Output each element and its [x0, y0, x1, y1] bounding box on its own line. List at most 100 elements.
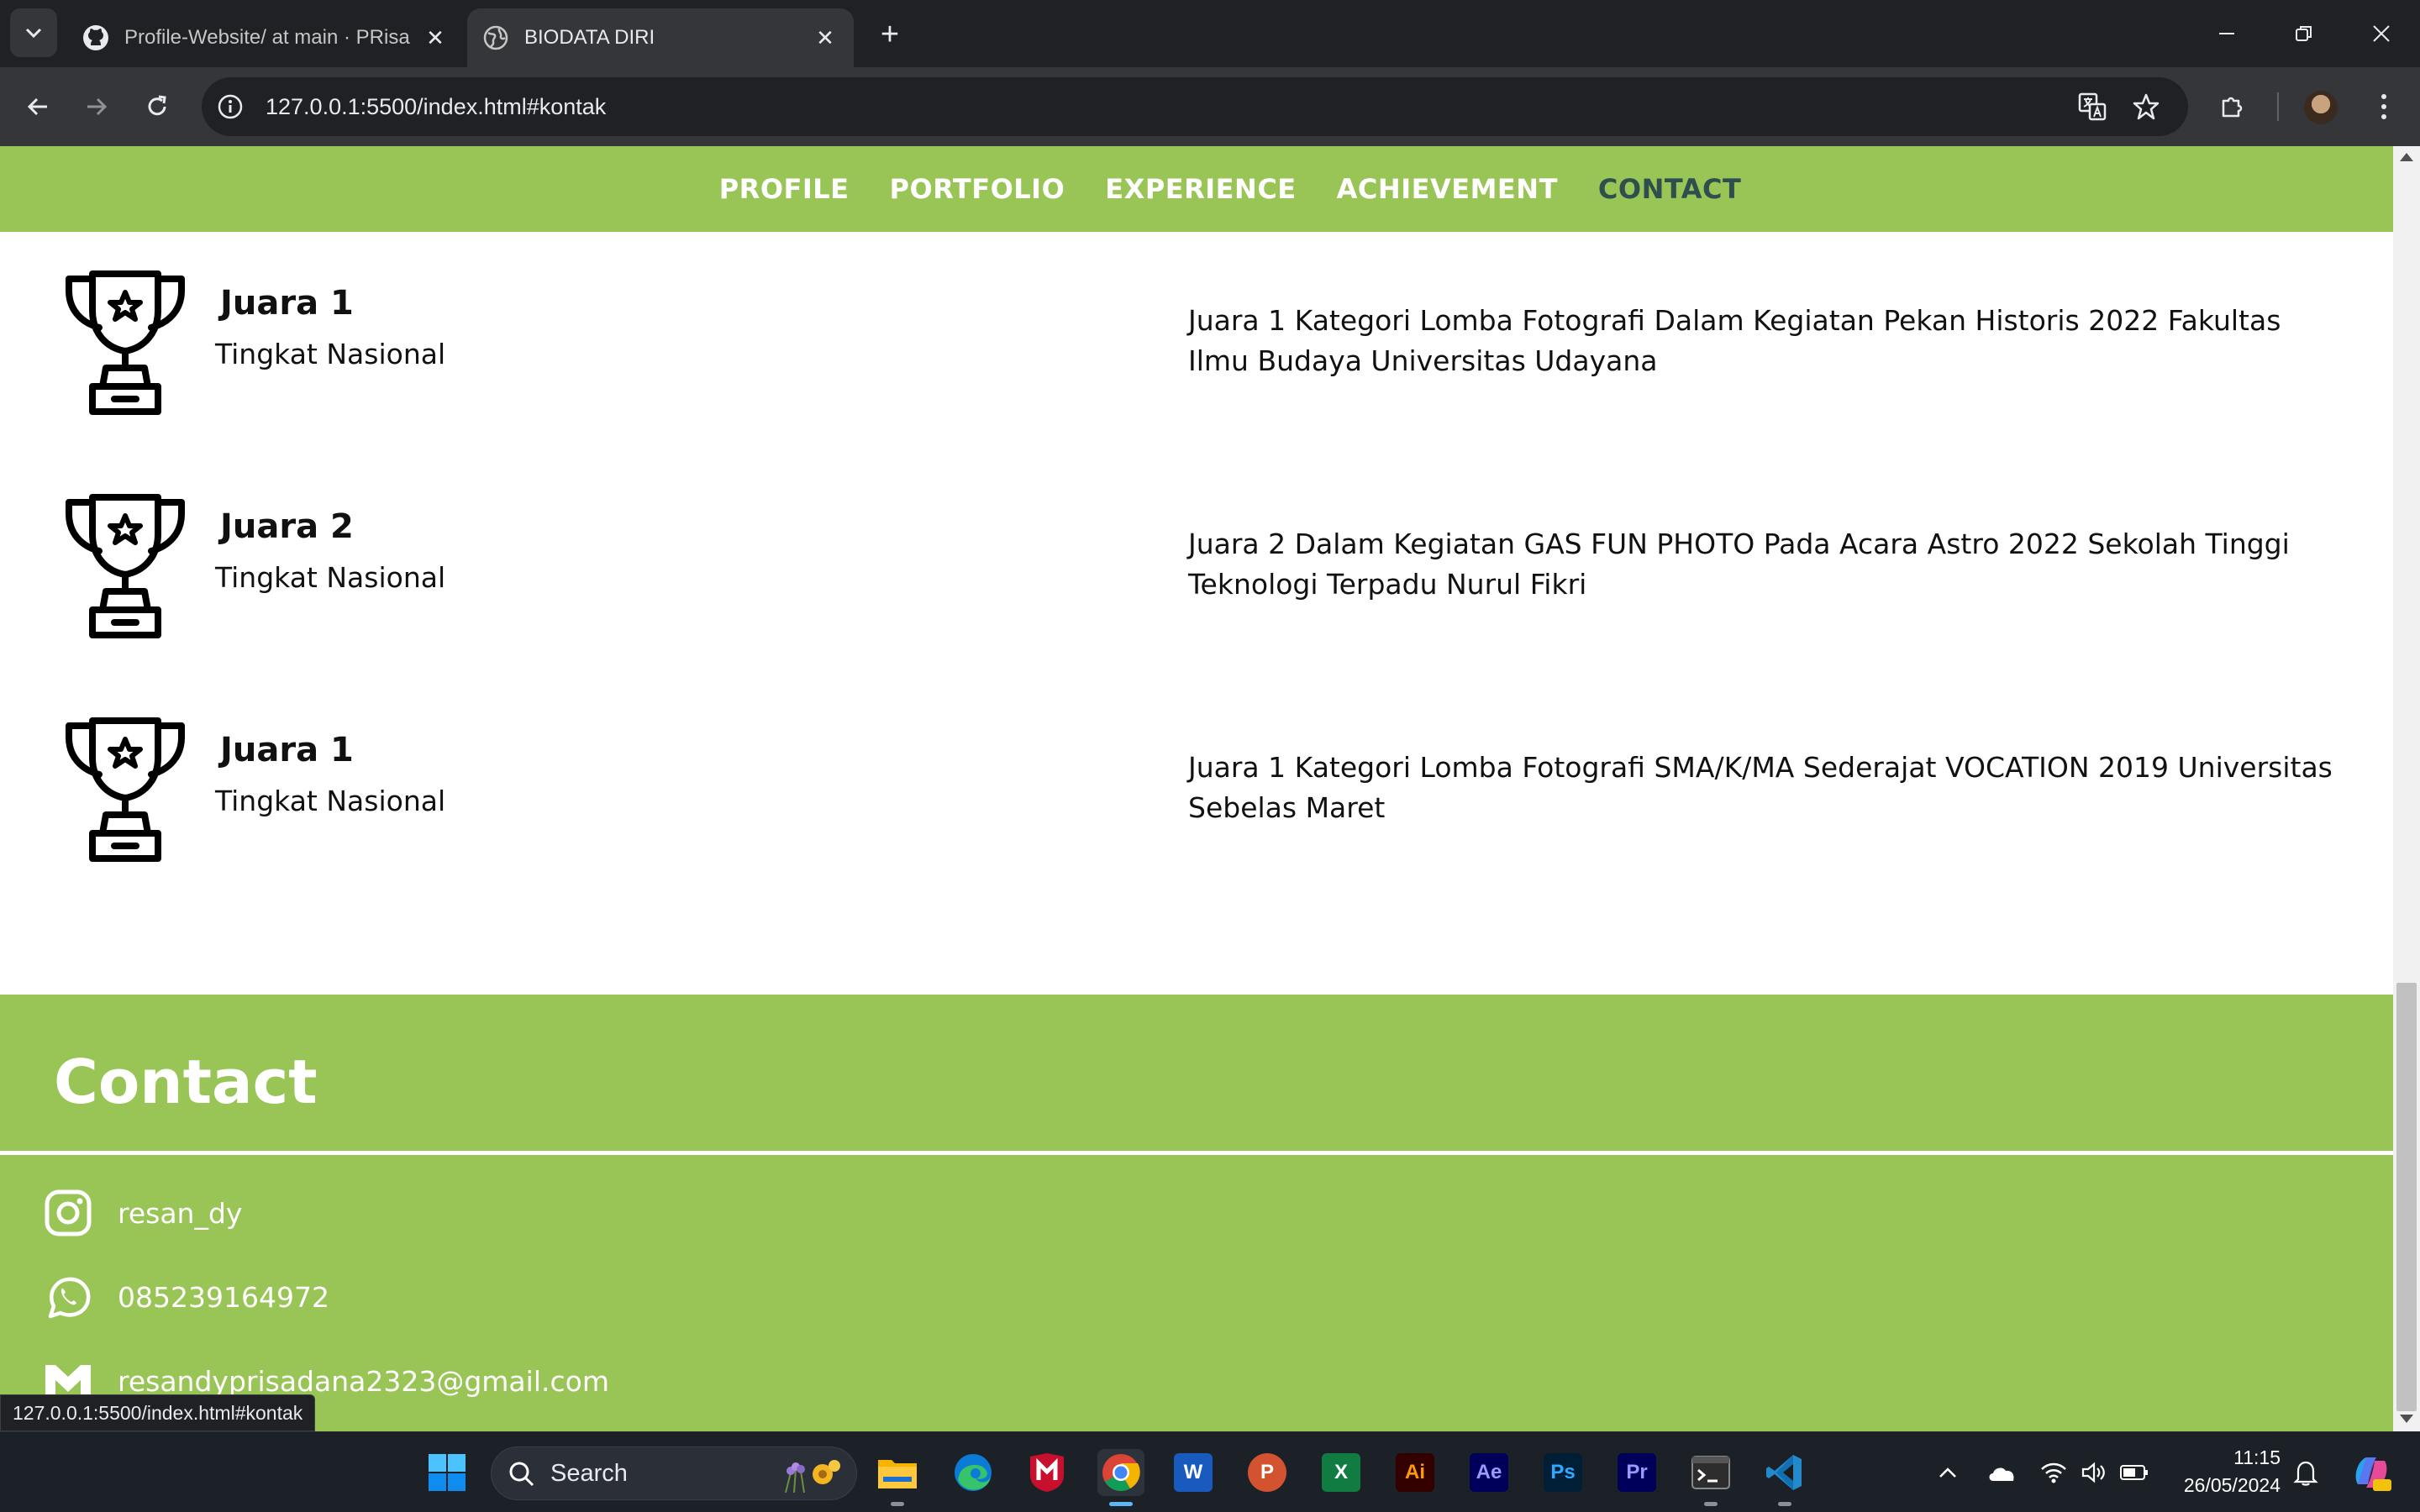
url-text[interactable]: 127.0.0.1:5500/index.html#kontak	[266, 94, 606, 120]
achievement-rank: Juara 2	[220, 507, 354, 546]
toolbar-separator	[2277, 92, 2279, 121]
site-navbar: PROFILE PORTFOLIO EXPERIENCE ACHIEVEMENT…	[0, 146, 2393, 232]
mcafee-icon	[1030, 1453, 1064, 1492]
taskbar-search[interactable]: Search	[491, 1446, 857, 1500]
taskbar-premiere[interactable]: Pr	[1613, 1449, 1660, 1496]
close-tab-icon[interactable]: ✕	[422, 24, 449, 51]
extensions-button[interactable]	[2212, 86, 2254, 128]
after-effects-icon: Ae	[1470, 1453, 1508, 1492]
address-bar[interactable]: 127.0.0.1:5500/index.html#kontak	[202, 77, 2188, 136]
close-tab-icon[interactable]: ✕	[812, 24, 839, 51]
github-icon	[82, 24, 109, 51]
chrome-icon	[1102, 1454, 1140, 1491]
taskbar-after-effects[interactable]: Ae	[1465, 1449, 1512, 1496]
arrow-right-icon	[87, 97, 108, 116]
taskbar-word[interactable]: W	[1170, 1449, 1217, 1496]
achievement-level: Tingkat Nasional	[215, 338, 446, 370]
taskbar-mcafee[interactable]	[1023, 1449, 1071, 1496]
trophy-icon	[66, 270, 185, 415]
taskbar-file-explorer[interactable]	[874, 1449, 921, 1506]
tab-biodata[interactable]: BIODATA DIRI ✕	[467, 8, 854, 67]
trophy-icon	[66, 494, 185, 638]
achievement-item: Juara 1 Tingkat Nasional Juara 1 Kategor…	[0, 716, 2393, 884]
nav-link-portfolio[interactable]: PORTFOLIO	[890, 173, 1065, 205]
achievement-item: Juara 1 Tingkat Nasional Juara 1 Kategor…	[0, 269, 2393, 437]
link-status-bubble: 127.0.0.1:5500/index.html#kontak	[0, 1394, 316, 1431]
achievement-level: Tingkat Nasional	[215, 785, 446, 817]
search-label: Search	[550, 1459, 628, 1487]
achievement-rank: Juara 1	[220, 284, 354, 323]
bookmark-star-icon[interactable]	[2131, 92, 2161, 122]
nav-link-experience[interactable]: EXPERIENCE	[1105, 173, 1296, 205]
reload-button[interactable]	[136, 86, 178, 128]
folder-icon	[878, 1460, 917, 1488]
powerpoint-icon: P	[1248, 1453, 1286, 1492]
nav-link-contact[interactable]: CONTACT	[1598, 173, 1741, 205]
forward-button[interactable]	[76, 86, 118, 128]
translate-icon[interactable]	[2077, 92, 2107, 122]
trophy-icon	[66, 717, 185, 862]
clock-time: 11:15	[2233, 1446, 2281, 1468]
site-info-icon[interactable]	[215, 92, 245, 122]
onedrive-cloud-icon[interactable]	[1986, 1457, 2017, 1488]
terminal-icon	[1691, 1456, 1730, 1489]
page-scrollbar[interactable]	[2393, 146, 2420, 1431]
achievement-description: Juara 1 Kategori Lomba Fotografi SMA/K/M…	[1188, 751, 2333, 824]
taskbar-powerpoint[interactable]: P	[1244, 1449, 1291, 1496]
taskbar-edge[interactable]	[950, 1449, 997, 1496]
excel-icon: X	[1322, 1453, 1360, 1492]
contact-whatsapp[interactable]: 085239164972	[42, 1270, 329, 1324]
taskbar-vscode[interactable]	[1761, 1449, 1808, 1506]
photoshop-icon: Ps	[1544, 1453, 1582, 1492]
browser-menu-button[interactable]	[2363, 86, 2405, 128]
search-icon	[509, 1462, 534, 1487]
email-address[interactable]: resandyprisadana2323@gmail.com	[118, 1365, 609, 1398]
minimize-button[interactable]	[2193, 12, 2260, 55]
achievement-level: Tingkat Nasional	[215, 561, 446, 594]
volume-icon[interactable]	[2079, 1457, 2109, 1488]
flowers-icon	[785, 1460, 840, 1493]
clock-date: 26/05/2024	[2183, 1474, 2281, 1496]
scrollbar-thumb[interactable]	[2396, 983, 2417, 1411]
close-window-button[interactable]	[2348, 12, 2415, 55]
system-clock[interactable]: 11:15 26/05/2024	[2168, 1444, 2281, 1499]
whatsapp-icon	[42, 1271, 94, 1323]
contact-heading: Contact	[54, 1047, 318, 1117]
new-tab-button[interactable]: +	[871, 15, 909, 54]
taskbar-photoshop[interactable]: Ps	[1539, 1449, 1586, 1496]
copilot-icon[interactable]	[2349, 1451, 2393, 1494]
instagram-handle[interactable]: resan_dy	[118, 1197, 242, 1230]
notification-bell-icon[interactable]	[2291, 1457, 2321, 1488]
contact-instagram[interactable]: resan_dy	[42, 1186, 242, 1240]
contact-divider	[0, 1151, 2393, 1155]
profile-avatar[interactable]	[2304, 91, 2338, 124]
start-button[interactable]	[424, 1449, 471, 1496]
taskbar-illustrator[interactable]: Ai	[1392, 1449, 1439, 1496]
achievement-rank: Juara 1	[220, 731, 354, 769]
restore-icon	[2296, 26, 2312, 41]
achievement-description: Juara 2 Dalam Kegiatan GAS FUN PHOTO Pad…	[1188, 528, 2290, 601]
scroll-down-arrow-icon[interactable]	[2400, 1415, 2413, 1423]
browser-tab-strip: Profile-Website/ at main · PRisa ✕ BIODA…	[0, 0, 2420, 67]
close-icon	[2373, 25, 2390, 42]
whatsapp-number[interactable]: 085239164972	[118, 1281, 329, 1314]
back-button[interactable]	[17, 86, 59, 128]
nav-link-achievement[interactable]: ACHIEVEMENT	[1337, 173, 1558, 205]
restore-button[interactable]	[2270, 12, 2338, 55]
scroll-up-arrow-icon[interactable]	[2400, 153, 2413, 161]
show-hidden-icons-chevron-up-icon[interactable]	[1933, 1457, 1963, 1488]
tab-search-button[interactable]	[10, 8, 57, 57]
taskbar-terminal[interactable]	[1687, 1449, 1734, 1506]
kebab-menu-icon	[2381, 94, 2386, 119]
taskbar-excel[interactable]: X	[1318, 1449, 1365, 1496]
taskbar-chrome[interactable]	[1097, 1449, 1144, 1506]
globe-icon	[482, 24, 509, 51]
windows-taskbar: Search W P X Ai Ae Ps Pr 11:15 26/05/202…	[0, 1431, 2420, 1512]
wifi-icon[interactable]	[2039, 1457, 2069, 1488]
battery-icon[interactable]	[2119, 1457, 2149, 1488]
achievement-item: Juara 2 Tingkat Nasional Juara 2 Dalam K…	[0, 492, 2393, 660]
tab-github[interactable]: Profile-Website/ at main · PRisa ✕	[67, 8, 464, 67]
contact-section: Contact resan_dy 085239164972 resandypri…	[0, 995, 2393, 1431]
arrow-left-icon	[27, 97, 47, 116]
nav-link-profile[interactable]: PROFILE	[719, 173, 850, 205]
